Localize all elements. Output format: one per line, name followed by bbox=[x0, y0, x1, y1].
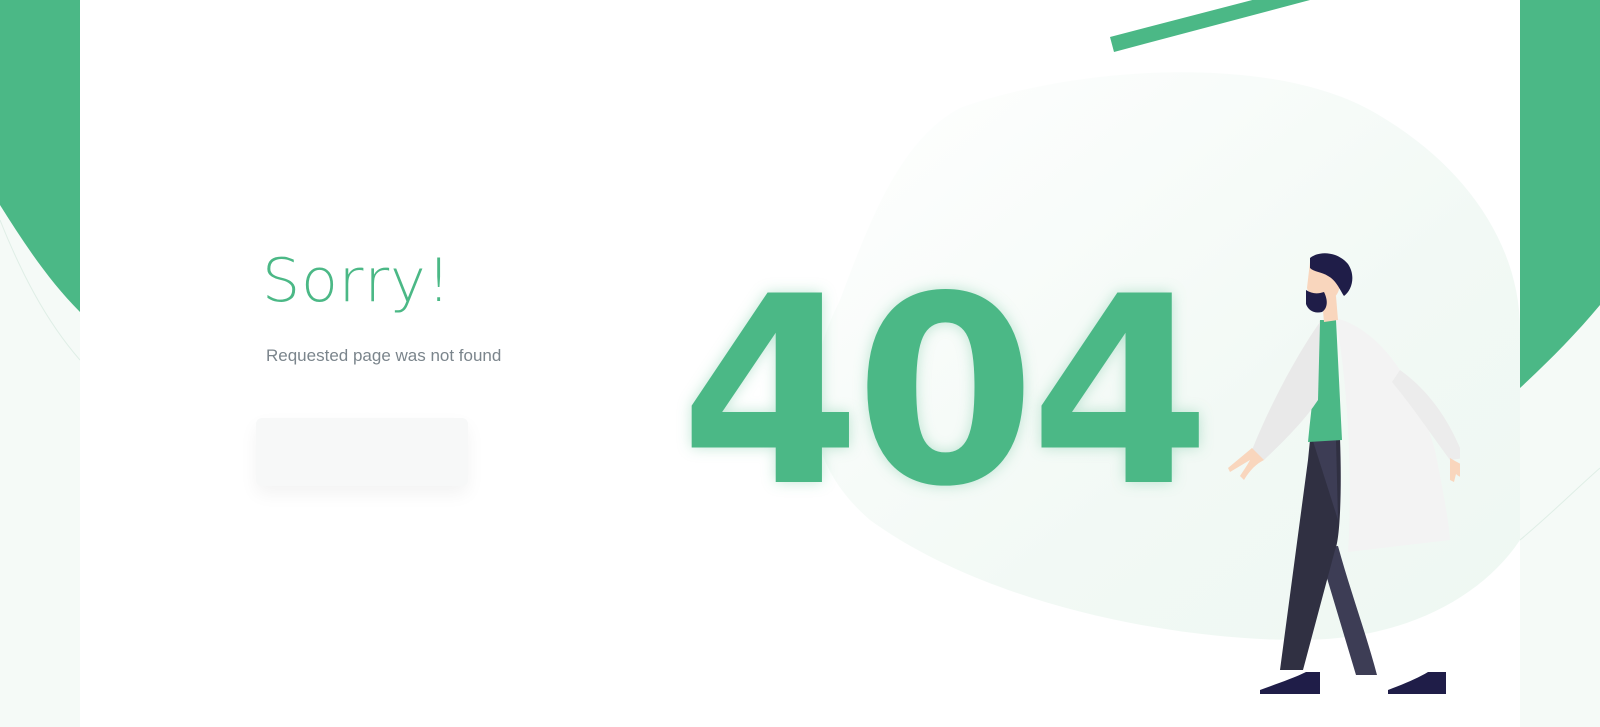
error-message: Requested page was not found bbox=[266, 346, 502, 365]
walking-man-icon bbox=[1228, 253, 1460, 694]
error-page: Sorry! Requested page was not found 404 bbox=[0, 0, 1600, 727]
right-background-decoration bbox=[1520, 0, 1600, 727]
back-home-button[interactable] bbox=[256, 418, 468, 486]
page-title: Sorry! bbox=[262, 246, 452, 316]
left-background-decoration bbox=[0, 0, 80, 727]
content-panel: Sorry! Requested page was not found 404 bbox=[80, 0, 1520, 727]
